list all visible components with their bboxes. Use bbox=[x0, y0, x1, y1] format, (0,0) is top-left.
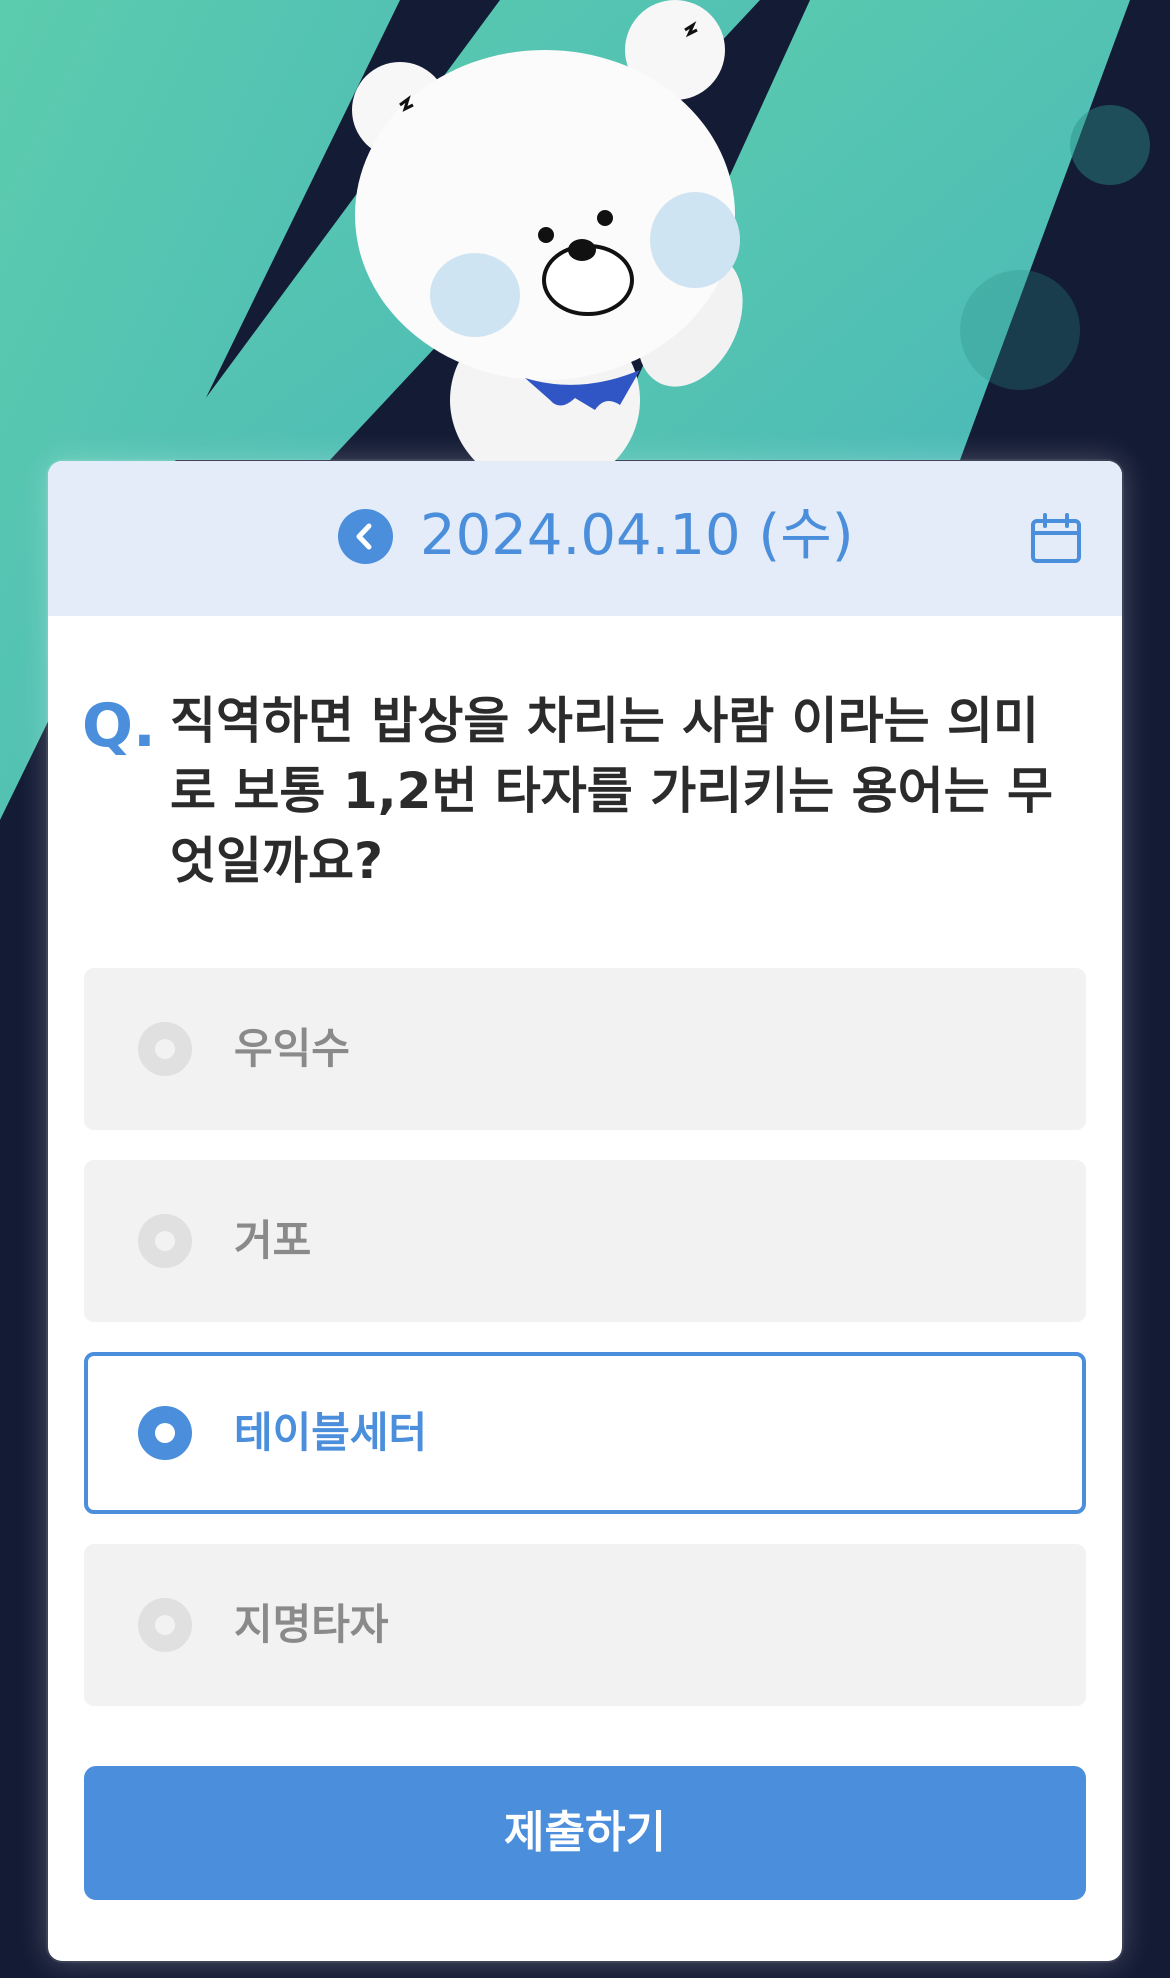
calendar-button[interactable] bbox=[1030, 513, 1082, 565]
previous-date-button[interactable] bbox=[338, 509, 393, 564]
current-date: 2024.04.10 (수) bbox=[420, 503, 854, 568]
calendar-icon bbox=[1031, 513, 1081, 563]
submit-button[interactable]: 제출하기 bbox=[84, 1766, 1086, 1900]
answer-option-1[interactable]: 우익수 bbox=[84, 968, 1086, 1130]
answer-option-3-selected[interactable]: 테이블세터 bbox=[84, 1352, 1086, 1514]
radio-unselected-icon bbox=[138, 1022, 192, 1076]
answer-option-label: 우익수 bbox=[234, 1024, 350, 1073]
answer-option-2[interactable]: 거포 bbox=[84, 1160, 1086, 1322]
quiz-card: 2024.04.10 (수) Q. 직역하면 밥상을 차리는 사람 이라는 의미… bbox=[48, 461, 1122, 1961]
answer-option-label: 지명타자 bbox=[234, 1600, 389, 1649]
radio-unselected-icon bbox=[138, 1214, 192, 1268]
radio-selected-icon bbox=[138, 1406, 192, 1460]
date-header: 2024.04.10 (수) bbox=[48, 461, 1122, 616]
answer-option-label: 거포 bbox=[234, 1216, 312, 1265]
radio-unselected-icon bbox=[138, 1598, 192, 1652]
answer-option-label: 테이블세터 bbox=[234, 1408, 428, 1457]
chevron-left-icon bbox=[356, 523, 372, 550]
bear-mascot-image bbox=[352, 0, 743, 470]
question-text: 직역하면 밥상을 차리는 사람 이라는 의미로 보통 1,2번 타자를 가리키는… bbox=[170, 692, 1054, 890]
answer-option-4[interactable]: 지명타자 bbox=[84, 1544, 1086, 1706]
question-mark-label: Q. bbox=[82, 691, 156, 761]
